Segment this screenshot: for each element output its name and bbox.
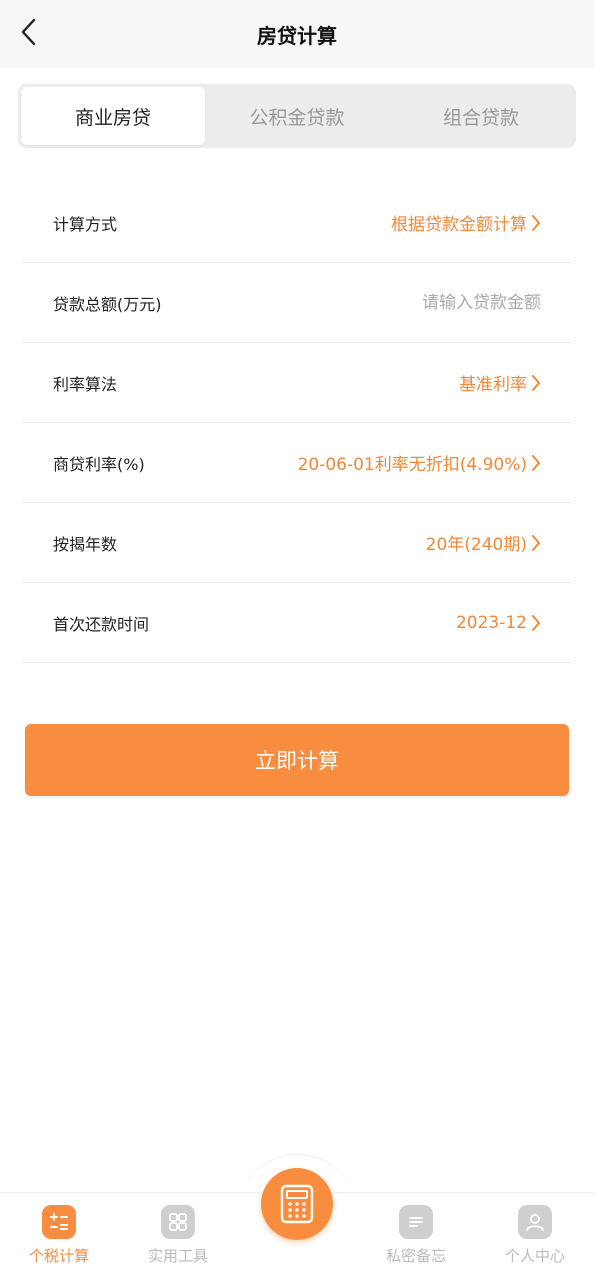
center-calculator-button[interactable]	[261, 1168, 333, 1240]
mortgage-years-value[interactable]: 20年(240期)	[426, 530, 541, 555]
rate-method-value[interactable]: 基准利率	[459, 370, 541, 395]
header-bar: 房贷计算	[0, 0, 594, 68]
loan-amount-row: 贷款总额(万元)	[23, 263, 571, 343]
mortgage-years-text: 20年(240期)	[425, 535, 527, 555]
tab-provident-fund-loan[interactable]: 公积金贷款	[205, 87, 389, 145]
grid-icon	[161, 1205, 195, 1239]
calc-method-value[interactable]: 根据贷款金额计算	[391, 210, 541, 235]
chevron-right-icon	[531, 454, 541, 472]
chevron-right-icon	[531, 614, 541, 632]
chevron-right-icon	[531, 374, 541, 392]
tabbar-label: 个税计算	[28, 1247, 89, 1265]
first-payment-value[interactable]: 2023-12	[456, 613, 541, 633]
user-icon	[518, 1205, 552, 1239]
page-title: 房贷计算	[257, 24, 337, 48]
tabbar-label: 私密备忘	[385, 1247, 446, 1265]
note-icon	[399, 1205, 433, 1239]
first-payment-text: 2023-12	[455, 612, 527, 633]
commercial-rate-text: 20-06-01利率无折扣(4.90%)	[297, 455, 527, 475]
tabbar-item-profile[interactable]: 个人中心	[485, 1205, 585, 1266]
loan-form: 计算方式 根据贷款金额计算 贷款总额(万元) 利率算法 基准利率 商贷利率(%)…	[23, 183, 571, 663]
tabbar-label: 个人中心	[504, 1247, 565, 1265]
loan-type-tabs: 商业房贷 公积金贷款 组合贷款	[18, 84, 576, 148]
rate-method-text: 基准利率	[459, 375, 527, 395]
calculator-icon	[42, 1205, 76, 1239]
rate-method-row[interactable]: 利率算法 基准利率	[23, 343, 571, 423]
loan-amount-input[interactable]	[301, 292, 541, 313]
chevron-right-icon	[531, 534, 541, 552]
calc-method-row[interactable]: 计算方式 根据贷款金额计算	[23, 183, 571, 263]
tab-commercial-loan[interactable]: 商业房贷	[21, 87, 205, 145]
tabbar-label: 实用工具	[147, 1247, 208, 1265]
tabbar-item-tax-calc[interactable]: 个税计算	[9, 1205, 109, 1266]
first-payment-label: 首次还款时间	[53, 614, 150, 634]
calc-method-text: 根据贷款金额计算	[391, 215, 527, 235]
tabbar-item-memo[interactable]: 私密备忘	[366, 1205, 466, 1266]
tab-combined-loan[interactable]: 组合贷款	[389, 87, 573, 145]
first-payment-row[interactable]: 首次还款时间 2023-12	[23, 583, 571, 663]
commercial-rate-row[interactable]: 商贷利率(%) 20-06-01利率无折扣(4.90%)	[23, 423, 571, 503]
chevron-right-icon	[531, 214, 541, 232]
mortgage-years-row[interactable]: 按揭年数 20年(240期)	[23, 503, 571, 583]
mortgage-years-label: 按揭年数	[53, 534, 118, 554]
calculate-button[interactable]: 立即计算	[25, 724, 569, 796]
rate-method-label: 利率算法	[53, 374, 118, 394]
calculator-icon	[280, 1184, 314, 1224]
tabbar-item-tools[interactable]: 实用工具	[128, 1205, 228, 1266]
loan-amount-label: 贷款总额(万元)	[53, 294, 162, 314]
commercial-rate-label: 商贷利率(%)	[53, 454, 145, 474]
commercial-rate-value[interactable]: 20-06-01利率无折扣(4.90%)	[298, 450, 541, 475]
calc-method-label: 计算方式	[53, 214, 118, 234]
